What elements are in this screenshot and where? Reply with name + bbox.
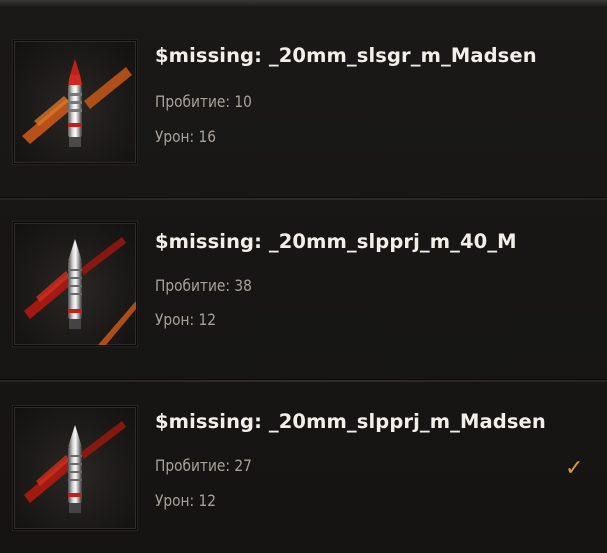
shell-thumbnail [13, 222, 137, 346]
shell-thumbnail [13, 40, 137, 164]
shell-damage: Урон: 12 [155, 310, 217, 329]
shell-name: $missing: _20mm_slpprj_m_40_M [155, 230, 517, 253]
ammo-row-2[interactable]: $missing: _20mm_slpprj_m_40_M Пробитие: … [0, 200, 607, 382]
ammo-row-1[interactable]: $missing: _20mm_slsgr_m_Madsen Пробитие:… [0, 20, 607, 200]
ammo-row-3[interactable]: $missing: _20mm_slpprj_m_Madsen Пробитие… [0, 384, 607, 553]
shell-penetration: Пробитие: 10 [155, 92, 252, 111]
row-separator [0, 379, 607, 382]
shell-thumbnail [13, 406, 137, 530]
ammo-ap-shell-icon [24, 421, 126, 513]
panel-top-edge [0, 0, 607, 7]
selected-check-icon: ✓ [565, 456, 584, 481]
shell-penetration: Пробитие: 27 [155, 456, 252, 475]
ammo-selection-panel: $missing: _20mm_slsgr_m_Madsen Пробитие:… [0, 0, 607, 553]
shell-damage: Урон: 12 [155, 491, 217, 510]
shell-damage: Урон: 16 [155, 127, 217, 146]
ammo-ap-shell-icon [24, 237, 136, 345]
shell-penetration: Пробитие: 38 [155, 276, 252, 295]
shell-name: $missing: _20mm_slsgr_m_Madsen [155, 44, 537, 67]
ammo-he-shell-icon [22, 59, 132, 147]
shell-name: $missing: _20mm_slpprj_m_Madsen [155, 410, 546, 433]
